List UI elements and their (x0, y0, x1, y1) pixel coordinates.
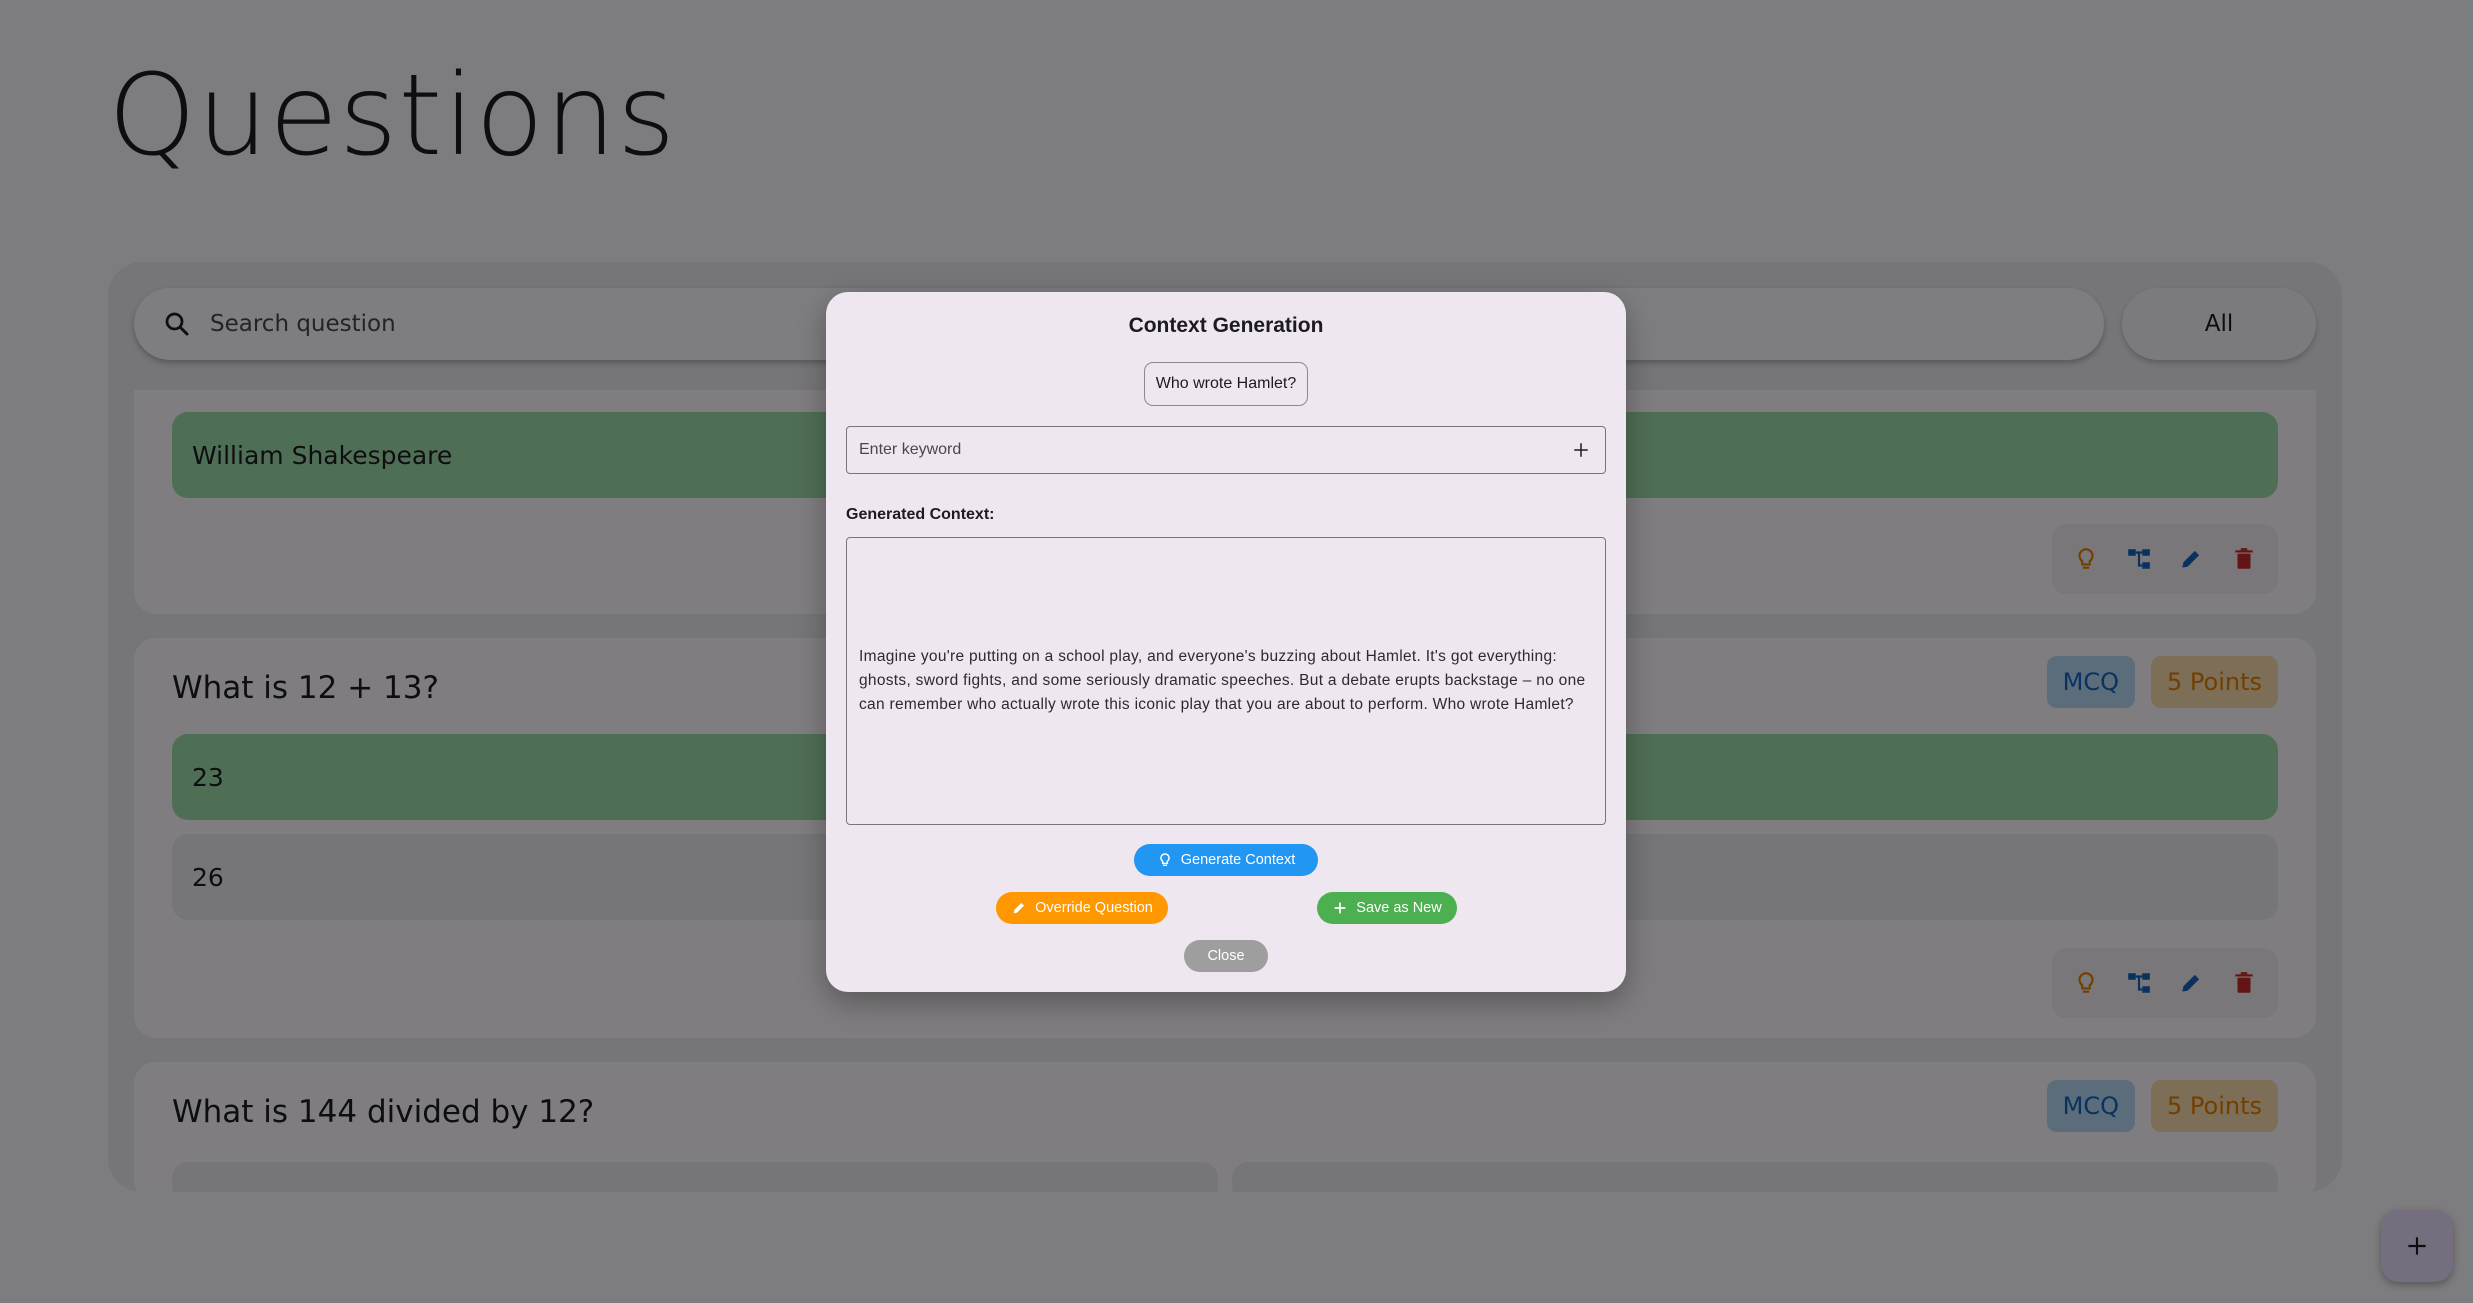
generate-context-label: Generate Context (1180, 852, 1296, 868)
context-generation-dialog: Context Generation Who wrote Hamlet? Gen… (826, 292, 1626, 992)
plus-icon (1334, 902, 1346, 914)
lightbulb-icon (1160, 853, 1170, 866)
save-as-new-label: Save as New (1356, 900, 1442, 916)
override-question-label: Override Question (1035, 900, 1153, 916)
generate-context-button[interactable]: Generate Context (1134, 844, 1318, 876)
close-label: Close (1207, 948, 1245, 964)
generated-context-textarea[interactable]: Imagine you're putting on a school play,… (846, 537, 1606, 825)
keyword-field[interactable] (846, 426, 1606, 474)
question-chip: Who wrote Hamlet? (1144, 362, 1308, 406)
dialog-title: Context Generation (1128, 314, 1324, 337)
save-as-new-button[interactable]: Save as New (1317, 892, 1457, 924)
generated-context-label: Generated Context: (846, 506, 995, 523)
add-keyword-button[interactable] (1569, 438, 1593, 462)
generated-context-text: Imagine you're putting on a school play,… (859, 648, 1586, 713)
override-question-button[interactable]: Override Question (996, 892, 1168, 924)
plus-icon (1574, 443, 1588, 457)
pencil-icon (1013, 903, 1025, 914)
close-button[interactable]: Close (1184, 940, 1268, 972)
keyword-input[interactable] (857, 440, 1569, 460)
